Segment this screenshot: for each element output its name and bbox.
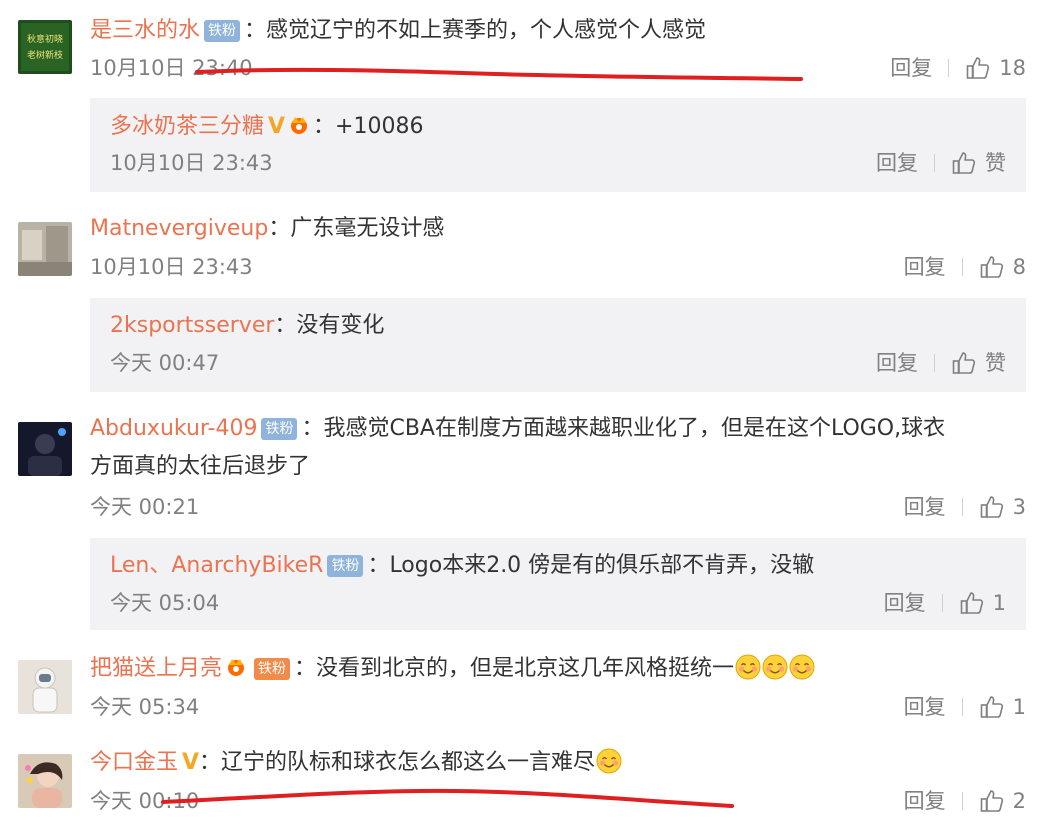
reply-actions: 回复 赞 — [876, 349, 1006, 377]
smiling-face-emoji — [762, 654, 788, 680]
thumbs-up-icon[interactable] — [979, 254, 1005, 280]
comment-actions: 回复 8 — [904, 253, 1026, 281]
reply-button[interactable]: 回复 — [904, 787, 946, 815]
divider — [934, 354, 935, 372]
fan-badge[interactable]: 铁粉 — [327, 555, 364, 577]
like-count[interactable]: 8 — [1013, 253, 1026, 281]
reply-button[interactable]: 回复 — [904, 493, 946, 521]
timestamp: 10月10日 23:43 — [90, 255, 253, 279]
like-button[interactable]: 赞 — [985, 149, 1006, 177]
reply-button[interactable]: 回复 — [884, 589, 926, 617]
comment-line: Abduxukur-409 铁粉 ：我感觉CBA在制度方面越来越职业化了，但是在这个… — [90, 414, 945, 444]
reply-text: ：没有变化 — [274, 313, 385, 338]
svg-text:老树新枝: 老树新枝 — [27, 49, 63, 61]
divider — [961, 258, 963, 276]
thumbs-up-icon[interactable] — [979, 494, 1005, 520]
comment-line: Matnevergiveup：广东毫无设计感 — [90, 214, 444, 244]
divider — [961, 792, 963, 810]
thumbs-up-icon[interactable] — [979, 788, 1005, 814]
comment-text: ：感觉辽宁的不如上赛季的，个人感觉个人感觉 — [244, 18, 707, 43]
reply-box: Len、AnarchyBikeR 铁粉 ：Logo本来2.0 傍是有的俱乐部不肯弄，… — [90, 538, 1026, 630]
like-count[interactable]: 2 — [1013, 787, 1026, 815]
reply-actions: 回复 赞 — [876, 149, 1006, 177]
reply-button[interactable]: 回复 — [904, 693, 946, 721]
thumbs-up-icon[interactable] — [979, 694, 1005, 720]
like-count[interactable]: 18 — [999, 54, 1026, 82]
reply-line: 多冰奶茶三分糖 V ：+10086 — [110, 112, 423, 142]
comment-line: 是三水的水 铁粉 ：感觉辽宁的不如上赛季的，个人感觉个人感觉 — [90, 16, 706, 46]
comment-actions: 回复 3 — [904, 493, 1026, 521]
reply-button[interactable]: 回复 — [876, 349, 918, 377]
timestamp: 今天 05:34 — [90, 695, 200, 719]
avatar[interactable]: 秋意初晓 老树新枝 — [18, 20, 72, 74]
timestamp: 今天 00:47 — [110, 351, 220, 375]
thumbs-up-icon[interactable] — [965, 55, 991, 81]
username-link[interactable]: 把猫送上月亮 — [90, 656, 222, 681]
divider — [961, 498, 963, 516]
crown-icon — [228, 659, 245, 676]
timestamp: 10月10日 23:43 — [110, 151, 273, 175]
reply-line: 2ksportsserver：没有变化 — [110, 311, 384, 341]
username-link[interactable]: 是三水的水 — [90, 18, 200, 43]
avatar[interactable] — [18, 422, 72, 476]
thumbs-up-icon[interactable] — [959, 590, 985, 616]
comment-text: ：广东毫无设计感 — [268, 216, 445, 241]
verified-icon: V — [182, 750, 200, 775]
reply-box: 多冰奶茶三分糖 V ：+10086 10月10日 23:43 回复 赞 — [90, 98, 1026, 192]
like-count[interactable]: 3 — [1013, 493, 1026, 521]
like-button[interactable]: 赞 — [985, 349, 1006, 377]
comment-text: ：没看到北京的，但是北京这几年风格挺统一 — [294, 656, 735, 681]
like-count[interactable]: 1 — [993, 589, 1006, 617]
annotation-underline — [161, 788, 734, 808]
reply-box: 2ksportsserver：没有变化 今天 00:47 回复 赞 — [90, 298, 1026, 392]
reply-actions: 回复 1 — [884, 589, 1006, 617]
comment-line: 把猫送上月亮 铁粉 ：没看到北京的，但是北京这几年风格挺统一 — [90, 654, 815, 684]
comment-actions: 回复 1 — [904, 693, 1026, 721]
divider — [934, 154, 935, 172]
avatar[interactable] — [18, 660, 72, 714]
reply-button[interactable]: 回复 — [876, 149, 918, 177]
comment-line: 今口金玉 V：辽宁的队标和球衣怎么都这么一言难尽 — [90, 748, 622, 778]
comment-actions: 回复 2 — [904, 787, 1026, 815]
reply-button[interactable]: 回复 — [890, 54, 932, 82]
thumbs-up-icon[interactable] — [951, 350, 977, 376]
divider — [941, 594, 943, 612]
timestamp: 今天 00:21 — [90, 495, 200, 519]
comment-actions: 回复 18 — [890, 54, 1026, 82]
comment-line-2: 方面真的太往后退步了 — [90, 452, 310, 482]
comment-text: ：辽宁的队标和球衣怎么都这么一言难尽 — [199, 750, 596, 775]
smiling-face-emoji — [789, 654, 815, 680]
verified-icon: V — [268, 114, 286, 139]
divider — [961, 698, 963, 716]
comment-text: ：我感觉CBA在制度方面越来越职业化了，但是在这个LOGO,球衣 — [301, 416, 946, 441]
reply-text: ：Logo本来2.0 傍是有的俱乐部不肯弄，没辙 — [367, 553, 815, 578]
avatar[interactable] — [18, 222, 72, 276]
username-link[interactable]: 今口金玉 — [90, 750, 178, 775]
crown-icon — [291, 117, 308, 134]
divider — [948, 59, 950, 77]
smiling-face-emoji — [735, 654, 761, 680]
avatar[interactable] — [18, 754, 72, 808]
username-link[interactable]: 多冰奶茶三分糖 — [110, 114, 264, 139]
fan-badge[interactable]: 铁粉 — [254, 658, 291, 680]
fan-badge[interactable]: 铁粉 — [204, 20, 241, 42]
timestamp: 今天 05:04 — [110, 591, 220, 615]
username-link[interactable]: Matnevergiveup — [90, 216, 268, 241]
svg-text:秋意初晓: 秋意初晓 — [27, 33, 63, 45]
username-link[interactable]: 2ksportsserver — [110, 313, 274, 338]
username-link[interactable]: Len、AnarchyBikeR — [110, 553, 323, 578]
like-count[interactable]: 1 — [1013, 693, 1026, 721]
reply-text: ：+10086 — [313, 114, 424, 139]
comment-text-continued: 方面真的太往后退步了 — [90, 454, 311, 479]
reply-line: Len、AnarchyBikeR 铁粉 ：Logo本来2.0 傍是有的俱乐部不肯弄，… — [110, 551, 814, 581]
username-link[interactable]: Abduxukur-409 — [90, 416, 257, 441]
reply-button[interactable]: 回复 — [904, 253, 946, 281]
annotation-underline — [195, 67, 803, 81]
fan-badge[interactable]: 铁粉 — [261, 418, 298, 440]
thumbs-up-icon[interactable] — [951, 150, 977, 176]
smiling-face-emoji — [596, 748, 622, 774]
